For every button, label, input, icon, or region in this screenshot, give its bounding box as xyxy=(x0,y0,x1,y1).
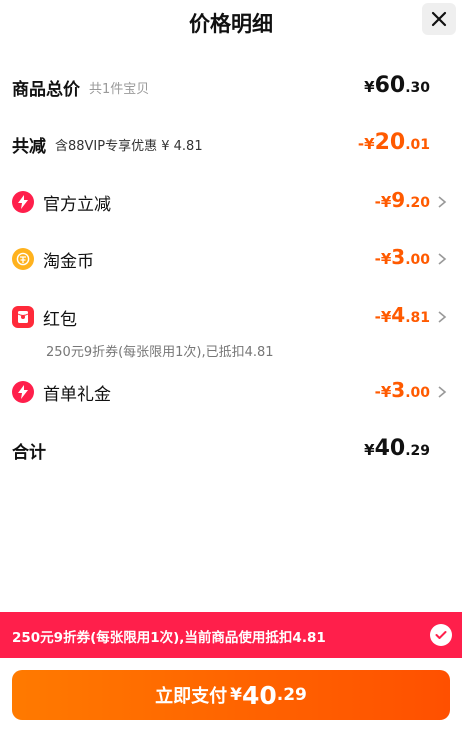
chevron-right-icon xyxy=(438,386,447,398)
pay-dec: .29 xyxy=(276,685,307,705)
chevron-right-icon xyxy=(438,253,447,265)
pay-int: 40 xyxy=(241,680,277,710)
discount-note: 含88VIP专享优惠 ¥ 4.81 xyxy=(55,138,203,154)
lightning-icon xyxy=(12,191,34,213)
close-icon xyxy=(431,11,447,27)
item-label: 淘金币 xyxy=(43,251,94,272)
pay-now-button[interactable]: 立即支付 ¥ 40 .29 xyxy=(12,670,450,720)
item-price: -¥ 4.81 xyxy=(374,303,430,327)
coupon-text: 250元9折券(每张限用1次),当前商品使用抵扣4.81 xyxy=(12,630,326,646)
item-label: 官方立减 xyxy=(43,194,111,215)
discount-label: 共减 xyxy=(12,136,46,157)
chevron-right-icon xyxy=(438,196,447,208)
total-label: 商品总价 xyxy=(12,79,80,100)
lightning-icon xyxy=(12,381,34,403)
item-price: -¥ 3.00 xyxy=(374,245,430,269)
item-price: -¥ 9.20 xyxy=(374,188,430,212)
coupon-bar[interactable]: 250元9折券(每张限用1次),当前商品使用抵扣4.81 xyxy=(0,612,462,658)
check-icon xyxy=(435,631,447,639)
chevron-right-icon xyxy=(438,311,447,323)
header: 价格明细 xyxy=(0,0,462,44)
red-envelope-detail: 250元9折券(每张限用1次),已抵扣4.81 xyxy=(46,345,274,360)
coupon-checkbox[interactable] xyxy=(430,624,452,646)
close-button[interactable] xyxy=(422,3,456,35)
item-label: 首单礼金 xyxy=(43,384,111,405)
item-label: 红包 xyxy=(43,309,77,330)
pay-currency: ¥ xyxy=(230,685,242,705)
coin-icon xyxy=(12,248,34,270)
discount-price: -¥ 20.01 xyxy=(357,130,430,155)
red-envelope-icon xyxy=(12,306,34,328)
page-title: 价格明细 xyxy=(189,12,273,36)
total-price: ¥60.30 xyxy=(364,73,430,98)
sum-price: ¥40.29 xyxy=(364,436,430,461)
total-count: 共1件宝贝 xyxy=(89,81,150,97)
item-price: -¥ 3.00 xyxy=(374,378,430,402)
pay-label: 立即支付 xyxy=(155,686,228,707)
sum-label: 合计 xyxy=(12,442,46,463)
